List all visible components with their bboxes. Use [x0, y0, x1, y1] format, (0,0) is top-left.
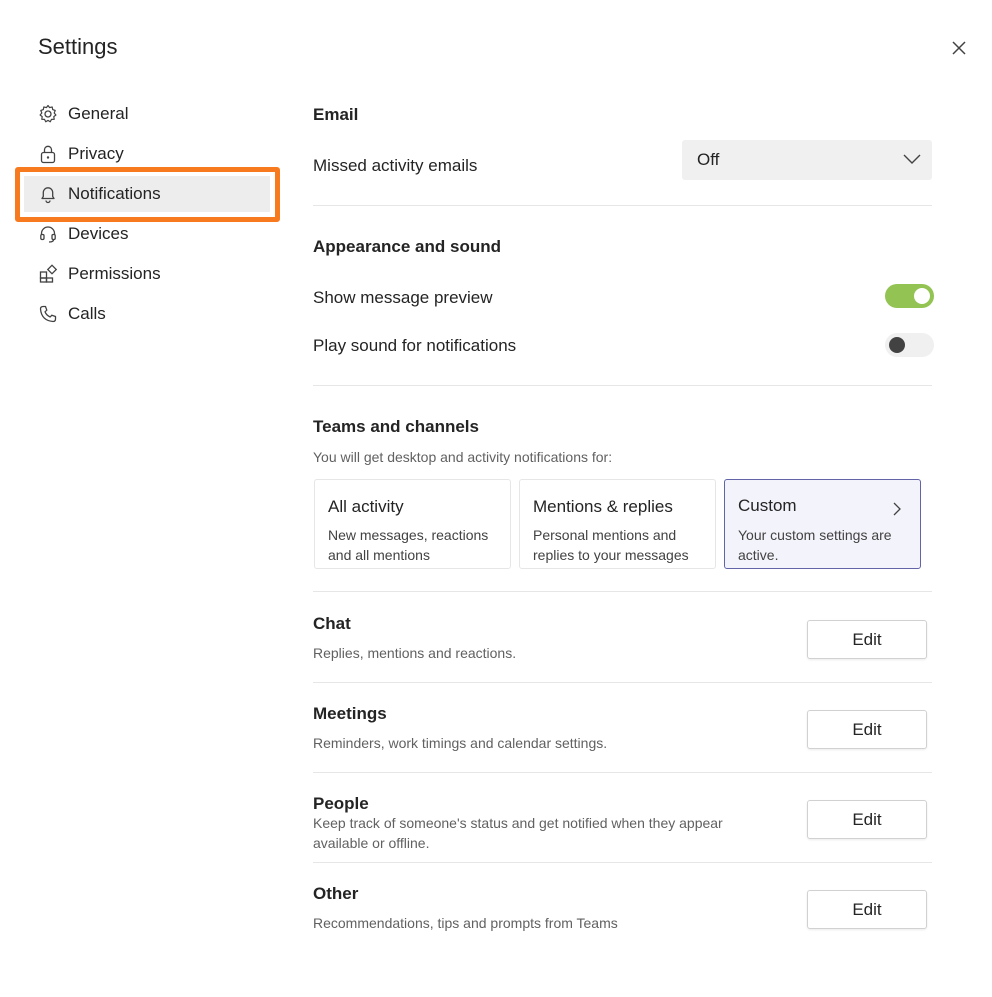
people-description-line: available or offline.	[313, 835, 430, 851]
appearance-heading: Appearance and sound	[313, 237, 501, 256]
people-description-line: Keep track of someone's status and get n…	[313, 815, 723, 831]
meetings-heading: Meetings	[313, 704, 387, 723]
other-edit-button[interactable]: Edit	[807, 890, 927, 929]
missed-activity-dropdown[interactable]: Off	[682, 140, 932, 180]
divider	[313, 772, 932, 773]
chat-heading: Chat	[313, 614, 351, 633]
sidebar-item-general[interactable]: General	[24, 96, 270, 132]
sidebar-item-notifications[interactable]: Notifications	[24, 176, 270, 212]
other-description: Recommendations, tips and prompts from T…	[313, 915, 618, 931]
option-custom[interactable]: Custom Your custom settings are active.	[724, 479, 921, 569]
chevron-right-icon	[893, 502, 901, 516]
option-mentions-replies[interactable]: Mentions & replies Personal mentions and…	[519, 479, 716, 569]
divider	[313, 591, 932, 592]
option-description: Your custom settings are active.	[738, 525, 892, 565]
phone-icon	[38, 304, 58, 324]
sidebar-item-devices[interactable]: Devices	[24, 216, 270, 252]
divider	[313, 385, 932, 386]
option-description-line: active.	[738, 547, 779, 563]
chevron-down-icon	[903, 154, 921, 164]
sidebar-item-label: Devices	[68, 224, 129, 243]
sidebar-item-privacy[interactable]: Privacy	[24, 136, 270, 172]
option-description: Personal mentions and replies to your me…	[533, 525, 689, 565]
lock-icon	[38, 144, 58, 164]
other-heading: Other	[313, 884, 359, 903]
option-description-line: New messages, reactions	[328, 527, 489, 543]
people-description: Keep track of someone's status and get n…	[313, 813, 723, 853]
sidebar-item-calls[interactable]: Calls	[24, 296, 270, 332]
play-sound-label: Play sound for notifications	[313, 336, 517, 355]
sidebar-item-label: Permissions	[68, 264, 161, 283]
option-description-line: Personal mentions and	[533, 527, 677, 543]
toggle-knob	[889, 337, 905, 353]
page-title: Settings	[38, 34, 118, 59]
sidebar-item-label: Privacy	[68, 144, 124, 163]
play-sound-toggle[interactable]	[885, 333, 934, 357]
apps-icon	[38, 264, 58, 284]
dropdown-value: Off	[697, 150, 720, 169]
option-all-activity[interactable]: All activity New messages, reactions and…	[314, 479, 511, 569]
meetings-edit-button[interactable]: Edit	[807, 710, 927, 749]
people-heading: People	[313, 794, 369, 813]
option-title: All activity	[328, 497, 404, 516]
option-title: Custom	[738, 496, 797, 515]
toggle-knob	[914, 288, 930, 304]
bell-icon	[38, 184, 58, 204]
message-preview-label: Show message preview	[313, 288, 493, 307]
chat-edit-button[interactable]: Edit	[807, 620, 927, 659]
close-icon[interactable]	[948, 37, 970, 59]
email-heading: Email	[313, 105, 359, 124]
option-description-line: and all mentions	[328, 547, 430, 563]
option-description-line: replies to your messages	[533, 547, 689, 563]
sidebar-item-label: General	[68, 104, 129, 123]
teams-description: You will get desktop and activity notifi…	[313, 449, 613, 465]
option-description-line: Your custom settings are	[738, 527, 892, 543]
divider	[313, 682, 932, 683]
teams-heading: Teams and channels	[313, 417, 479, 436]
message-preview-toggle[interactable]	[885, 284, 934, 308]
option-description: New messages, reactions and all mentions	[328, 525, 488, 565]
people-edit-button[interactable]: Edit	[807, 800, 927, 839]
headset-icon	[38, 224, 58, 244]
option-title: Mentions & replies	[533, 497, 673, 516]
divider	[313, 862, 932, 863]
missed-activity-label: Missed activity emails	[313, 156, 478, 175]
divider	[313, 205, 932, 206]
meetings-description: Reminders, work timings and calendar set…	[313, 735, 608, 751]
sidebar-item-label: Notifications	[68, 184, 161, 203]
chat-description: Replies, mentions and reactions.	[313, 645, 517, 661]
gear-icon	[38, 104, 58, 124]
sidebar-item-permissions[interactable]: Permissions	[24, 256, 270, 292]
sidebar-item-label: Calls	[68, 304, 106, 323]
